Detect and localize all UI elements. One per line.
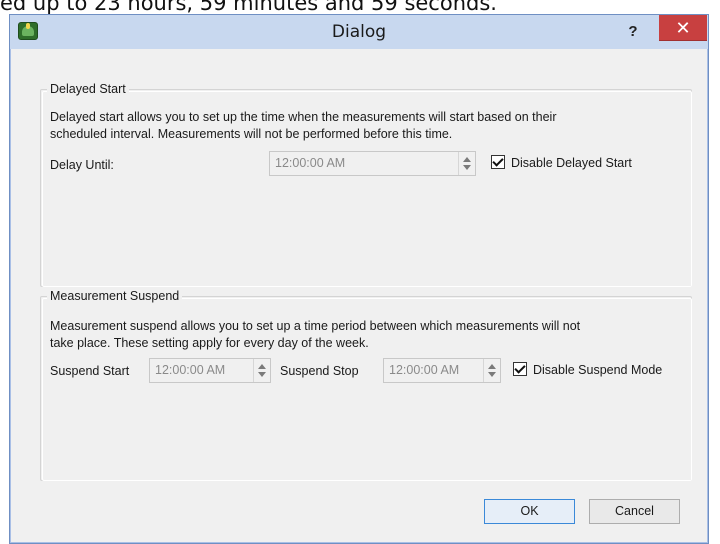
- delay-until-spinbox[interactable]: 12:00:00 AM: [269, 151, 476, 176]
- measurement-suspend-description-line2: take place. These setting apply for ever…: [50, 336, 369, 350]
- window-title: Dialog: [331, 22, 387, 42]
- measurement-suspend-description: Measurement suspend allows you to set up…: [50, 318, 580, 352]
- disable-suspend-mode-checkbox[interactable]: [513, 362, 527, 376]
- dialog-content: Delayed Start Delayed start allows you t…: [16, 49, 702, 539]
- suspend-start-label: Suspend Start: [50, 364, 130, 378]
- disable-delayed-start-checkbox[interactable]: [491, 155, 505, 169]
- suspend-start-value: 12:00:00 AM: [155, 363, 226, 377]
- measurement-suspend-description-line1: Measurement suspend allows you to set up…: [50, 319, 581, 333]
- spin-up-icon[interactable]: [463, 157, 471, 162]
- delay-until-value: 12:00:00 AM: [275, 156, 346, 170]
- measurement-suspend-title: Measurement Suspend: [47, 289, 183, 303]
- spin-down-icon[interactable]: [463, 165, 471, 170]
- spin-down-icon[interactable]: [258, 372, 266, 377]
- close-icon: ✕: [675, 18, 691, 38]
- spin-up-icon[interactable]: [488, 364, 496, 369]
- disable-delayed-start-label[interactable]: Disable Delayed Start: [511, 156, 632, 170]
- delayed-start-group: Delayed Start Delayed start allows you t…: [40, 82, 692, 287]
- dialog-window: Dialog ? ✕ Delayed Start Delayed start a…: [9, 14, 709, 544]
- disable-suspend-mode-label[interactable]: Disable Suspend Mode: [533, 363, 662, 377]
- delayed-start-description-line1: Delayed start allows you to set up the t…: [50, 110, 557, 124]
- suspend-stop-label: Suspend Stop: [280, 364, 359, 378]
- help-button[interactable]: ?: [620, 21, 646, 43]
- title-bar[interactable]: Dialog ? ✕: [10, 15, 708, 49]
- suspend-start-spin-arrows[interactable]: [253, 359, 270, 382]
- measurement-suspend-group: Measurement Suspend Measurement suspend …: [40, 289, 692, 481]
- close-button[interactable]: ✕: [659, 15, 707, 41]
- suspend-start-spinbox[interactable]: 12:00:00 AM: [149, 358, 271, 383]
- cancel-button[interactable]: Cancel: [589, 499, 680, 524]
- delay-until-label: Delay Until:: [50, 158, 114, 172]
- suspend-stop-spin-arrows[interactable]: [483, 359, 500, 382]
- suspend-stop-value: 12:00:00 AM: [389, 363, 460, 377]
- spin-up-icon[interactable]: [258, 364, 266, 369]
- delay-until-spin-arrows[interactable]: [458, 152, 475, 175]
- delayed-start-description: Delayed start allows you to set up the t…: [50, 109, 557, 143]
- delayed-start-description-line2: scheduled interval. Measurements will no…: [50, 127, 453, 141]
- spin-down-icon[interactable]: [488, 372, 496, 377]
- ok-button[interactable]: OK: [484, 499, 575, 524]
- suspend-stop-spinbox[interactable]: 12:00:00 AM: [383, 358, 501, 383]
- delayed-start-title: Delayed Start: [47, 82, 129, 96]
